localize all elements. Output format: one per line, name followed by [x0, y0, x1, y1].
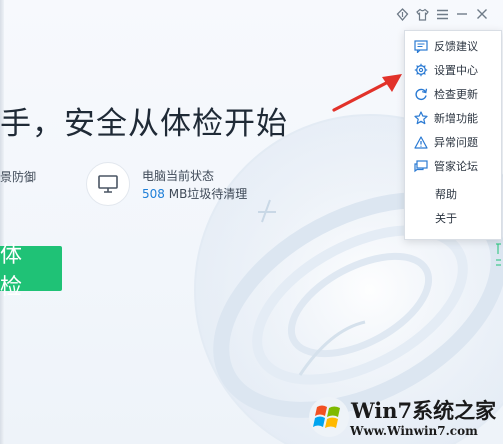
minimize-icon[interactable]: [453, 5, 471, 23]
menu-icon[interactable]: [433, 5, 451, 23]
app-window: 手，安全从体检开始 景防御 电脑当前状态 508 MB垃圾待清理 体检 反馈建议…: [0, 0, 503, 444]
menu-item-label: 异常问题: [434, 136, 478, 149]
protection-status-label: 景防御: [0, 170, 37, 184]
check-button[interactable]: 体检: [0, 243, 62, 300]
menu-item-feedback[interactable]: 反馈建议: [405, 34, 501, 58]
shirt-icon[interactable]: [413, 5, 431, 23]
star-icon: [413, 111, 428, 126]
junk-size-number[interactable]: 508: [142, 187, 165, 201]
side-edge-text: [494, 240, 503, 270]
gear-icon: [413, 63, 428, 78]
headline: 手，安全从体检开始: [0, 106, 288, 142]
warning-icon: [413, 135, 428, 150]
refresh-icon: [413, 87, 428, 102]
monitor-icon: [86, 162, 130, 206]
watermark-url: Www.Winwin7.com: [350, 424, 478, 438]
menu-item-forum[interactable]: 管家论坛: [405, 154, 501, 178]
menu-item-label: 检查更新: [434, 88, 478, 101]
junk-size-suffix: MB垃圾待清理: [164, 187, 248, 201]
menu-item-check-update[interactable]: 检查更新: [405, 82, 501, 106]
menu-item-label: 新增功能: [434, 112, 478, 125]
feedback-icon: [413, 39, 428, 54]
windows-logo: [309, 397, 349, 437]
menu-item-new-features[interactable]: 新增功能: [405, 106, 501, 130]
forum-icon: [413, 159, 428, 174]
annotation-arrow: [332, 74, 402, 112]
menu-item-issues[interactable]: 异常问题: [405, 130, 501, 154]
pc-status-value[interactable]: 508 MB垃圾待清理: [142, 185, 247, 202]
menu-item-settings[interactable]: 设置中心: [405, 58, 501, 82]
menu-item-label: 设置中心: [434, 64, 478, 77]
skin-icon[interactable]: [393, 5, 411, 23]
menu-item-label: 管家论坛: [434, 160, 478, 173]
menu-item-label: 反馈建议: [434, 40, 478, 53]
pc-status-title: 电脑当前状态: [142, 169, 215, 183]
watermark: Win7系统之家 Www.Winwin7.com: [306, 392, 503, 444]
close-icon[interactable]: [473, 5, 491, 23]
main-menu-dropdown: 反馈建议 设置中心 检查更新 新增功能 异常问题 管家论坛 帮助 关于: [404, 30, 502, 240]
watermark-brand: Win7系统之家: [351, 398, 497, 423]
titlebar-controls: [393, 5, 491, 23]
menu-item-about[interactable]: 关于: [405, 206, 501, 230]
menu-item-help[interactable]: 帮助: [405, 182, 501, 206]
